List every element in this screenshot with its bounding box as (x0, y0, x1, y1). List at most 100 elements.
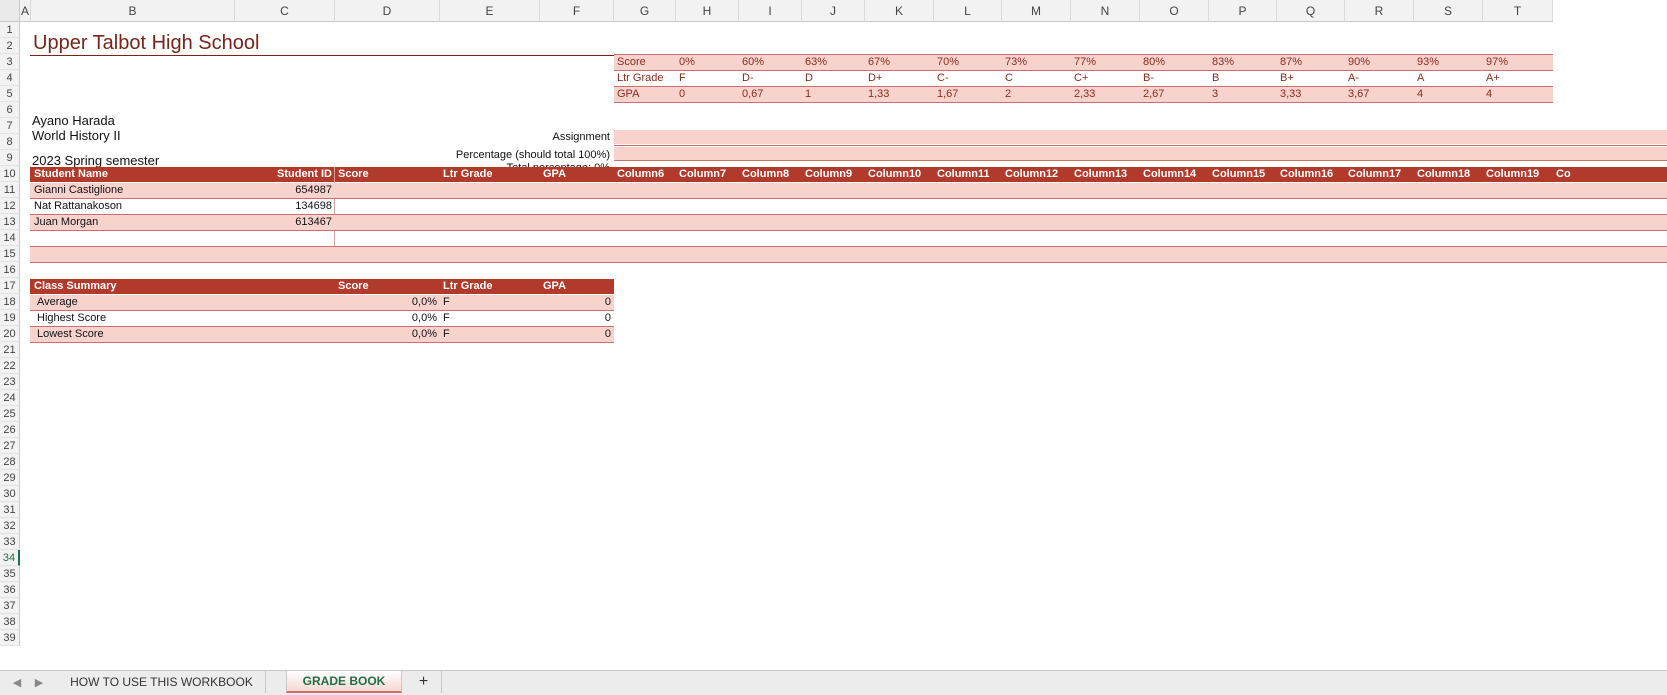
gradebook-header-14[interactable]: Column14 (1140, 166, 1209, 182)
scale-cell[interactable]: 3,67 (1345, 86, 1414, 102)
percentage-input-row[interactable] (614, 147, 1667, 160)
row-header-22[interactable]: 22 (0, 358, 20, 374)
summary-grade[interactable]: F (440, 310, 540, 326)
row-header-13[interactable]: 13 (0, 214, 20, 230)
school-title[interactable]: Upper Talbot High School (30, 32, 262, 54)
scale-cell[interactable]: 0% (676, 54, 739, 70)
gradebook-header-17[interactable]: Column17 (1345, 166, 1414, 182)
gradebook-header-15[interactable]: Column15 (1209, 166, 1277, 182)
scale-cell[interactable]: 97% (1483, 54, 1553, 70)
row-header-15[interactable]: 15 (0, 246, 20, 262)
summary-header-2[interactable]: Score (335, 278, 440, 294)
summary-header-4[interactable]: GPA (540, 278, 614, 294)
scale-cell[interactable]: 4 (1483, 86, 1553, 102)
row-header-35[interactable]: 35 (0, 566, 20, 582)
row-header-24[interactable]: 24 (0, 390, 20, 406)
column-header-a[interactable]: A (20, 0, 31, 22)
gradebook-header-3[interactable]: Score (335, 166, 440, 182)
column-header-r[interactable]: R (1345, 0, 1414, 22)
student-id[interactable]: 613467 (235, 214, 335, 230)
row-header-33[interactable]: 33 (0, 534, 20, 550)
scale-cell[interactable]: 67% (865, 54, 934, 70)
scale-cell[interactable]: C+ (1071, 70, 1140, 86)
summary-score[interactable]: 0,0% (335, 294, 440, 310)
scale-cell[interactable]: 90% (1345, 54, 1414, 70)
column-header-m[interactable]: M (1002, 0, 1071, 22)
gradebook-header-4[interactable]: Ltr Grade (440, 166, 540, 182)
assignment-input-row[interactable] (614, 130, 1667, 144)
student-id[interactable]: 654987 (235, 182, 335, 198)
select-all-corner[interactable] (0, 0, 20, 22)
row-header-36[interactable]: 36 (0, 582, 20, 598)
scale-cell[interactable]: A- (1345, 70, 1414, 86)
scale-cell[interactable]: 70% (934, 54, 1002, 70)
row-header-34[interactable]: 34 (0, 550, 20, 566)
summary-gpa[interactable]: 0 (540, 294, 614, 310)
scale-cell[interactable]: B+ (1277, 70, 1345, 86)
gradebook-header-20[interactable]: Co (1553, 166, 1667, 182)
scale-cell[interactable]: D+ (865, 70, 934, 86)
column-header-i[interactable]: I (739, 0, 802, 22)
column-header-p[interactable]: P (1209, 0, 1277, 22)
row-header-3[interactable]: 3 (0, 54, 20, 70)
row-header-8[interactable]: 8 (0, 134, 20, 150)
row-header-5[interactable]: 5 (0, 86, 20, 102)
summary-gpa[interactable]: 0 (540, 326, 614, 342)
summary-score[interactable]: 0,0% (335, 310, 440, 326)
scale-cell[interactable]: 77% (1071, 54, 1140, 70)
summary-header-3[interactable]: Ltr Grade (440, 278, 540, 294)
scale-cell[interactable]: 2 (1002, 86, 1071, 102)
column-header-k[interactable]: K (865, 0, 934, 22)
column-header-s[interactable]: S (1414, 0, 1483, 22)
summary-header-1[interactable]: Class Summary (31, 278, 335, 294)
gradebook-header-2[interactable]: Student ID (235, 166, 335, 182)
summary-label[interactable]: Highest Score (34, 310, 335, 326)
course-name[interactable]: World History II (29, 128, 124, 143)
gradebook-header-19[interactable]: Column19 (1483, 166, 1553, 182)
row-header-26[interactable]: 26 (0, 422, 20, 438)
row-header-29[interactable]: 29 (0, 470, 20, 486)
scale-cell[interactable]: 80% (1140, 54, 1209, 70)
gradebook-header-18[interactable]: Column18 (1414, 166, 1483, 182)
scale-label[interactable]: GPA (614, 86, 676, 102)
scale-label[interactable]: Score (614, 54, 676, 70)
assignment-label[interactable]: Assignment (340, 129, 613, 144)
gradebook-header-11[interactable]: Column11 (934, 166, 1002, 182)
gradebook-header-8[interactable]: Column8 (739, 166, 802, 182)
student-name[interactable]: Gianni Castiglione (31, 182, 235, 198)
gradebook-header-10[interactable]: Column10 (865, 166, 934, 182)
scale-cell[interactable]: 4 (1414, 86, 1483, 102)
row-header-14[interactable]: 14 (0, 230, 20, 246)
column-header-n[interactable]: N (1071, 0, 1140, 22)
row-header-31[interactable]: 31 (0, 502, 20, 518)
column-header-f[interactable]: F (540, 0, 614, 22)
student-id[interactable]: 134698 (235, 198, 335, 214)
scale-cell[interactable]: 63% (802, 54, 865, 70)
prev-sheet-icon[interactable]: ◀ (10, 675, 24, 689)
column-header-c[interactable]: C (235, 0, 335, 22)
scale-cell[interactable]: 1 (802, 86, 865, 102)
row-header-2[interactable]: 2 (0, 38, 20, 54)
gradebook-header-1[interactable]: Student Name (31, 166, 235, 182)
scale-cell[interactable]: A (1414, 70, 1483, 86)
gradebook-header-6[interactable]: Column6 (614, 166, 676, 182)
scale-cell[interactable]: C- (934, 70, 1002, 86)
next-sheet-icon[interactable]: ▶ (32, 675, 46, 689)
scale-cell[interactable]: 93% (1414, 54, 1483, 70)
column-header-q[interactable]: Q (1277, 0, 1345, 22)
column-header-j[interactable]: J (802, 0, 865, 22)
scale-cell[interactable]: D (802, 70, 865, 86)
scale-cell[interactable]: 60% (739, 54, 802, 70)
gradebook-header-9[interactable]: Column9 (802, 166, 865, 182)
row-header-1[interactable]: 1 (0, 22, 20, 38)
gradebook-header-7[interactable]: Column7 (676, 166, 739, 182)
column-header-l[interactable]: L (934, 0, 1002, 22)
row-header-12[interactable]: 12 (0, 198, 20, 214)
summary-label[interactable]: Lowest Score (34, 326, 335, 342)
tab-grade-book[interactable]: GRADE BOOK (286, 671, 402, 693)
scale-cell[interactable]: 0,67 (739, 86, 802, 102)
scale-cell[interactable]: A+ (1483, 70, 1553, 86)
row-header-6[interactable]: 6 (0, 102, 20, 118)
percentage-label[interactable]: Percentage (should total 100%) (340, 147, 613, 162)
row-header-11[interactable]: 11 (0, 182, 20, 198)
